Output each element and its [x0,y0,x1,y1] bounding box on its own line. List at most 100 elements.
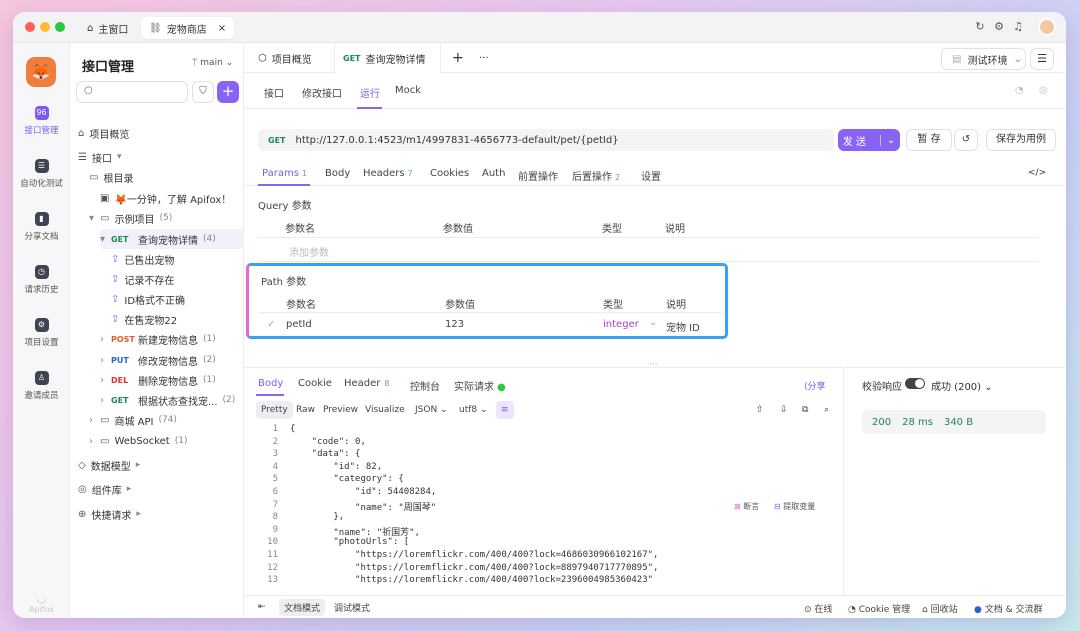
bell-icon[interactable]: ♫ [1011,20,1025,34]
tree-item[interactable]: › GET 根据状态查找宠... (2) [100,390,235,410]
ptab-headers[interactable]: Headers 7 [363,168,413,179]
gear-icon[interactable]: ⚙ [992,20,1006,34]
tree-item[interactable]: ▾ GET 查询宠物详情 (4) [100,229,244,249]
upload-icon[interactable]: ⇧ [751,401,769,419]
doc-mode-button[interactable]: 文档模式 [279,599,326,616]
rtab-cookie[interactable]: Cookie [298,378,332,389]
expand-icon[interactable]: ▸ [127,484,132,494]
collapse-icon[interactable]: ⇤ [258,602,266,612]
tree-item[interactable]: ⇪ 已售出宠物 [111,249,174,269]
save-case-button[interactable]: 保存为用例 [986,129,1056,151]
branch-selector[interactable]: ᛘ main ⌄ [192,58,233,68]
rail-item-5[interactable]: ⚙ 项目设置 [13,318,70,348]
tab-query-pet[interactable]: GET 查询宠物详情 [334,43,441,73]
ptab-params[interactable]: Params 1 [262,168,307,179]
ptab-pre[interactable]: 前置操作 [518,168,558,183]
expand-icon[interactable]: ▾ [117,152,122,162]
save-draft-button[interactable]: 暂 存 [906,129,952,151]
trash-button[interactable]: ⌂ 回收站 [922,602,958,615]
tree-item[interactable]: › POST 新建宠物信息 (1) [100,329,216,349]
rtab-body[interactable]: Body [258,378,283,389]
tree-item[interactable]: ⇪ ID格式不正确 [111,289,185,309]
tree-item[interactable]: ⊕ 快捷请求 ▸ [78,504,141,524]
tree-item[interactable]: ☰ 接口 ▾ [78,147,122,167]
tree-item[interactable]: › ▭ 商城 API (74) [89,410,177,430]
target-icon[interactable]: ◎ [1039,85,1048,96]
tree-item[interactable]: ◇ 数据模型 ▸ [78,455,140,475]
copy-icon[interactable]: ⧉ [797,401,813,419]
ptab-post[interactable]: 后置操作 2 [572,168,620,183]
subtab-api[interactable]: 接口 [264,85,284,100]
tree-item[interactable]: ▭ 根目录 [89,167,133,187]
ptab-auth[interactable]: Auth [482,168,505,179]
ptab-cookies[interactable]: Cookies [430,168,469,179]
env-select[interactable]: ▤ 测试环境 ⌄ [941,48,1026,70]
tree-item[interactable]: ▾ ▭ 示例项目 (5) [89,208,172,228]
path-param-type[interactable]: integer [603,319,639,330]
search-icon[interactable]: ⌕ [819,401,834,419]
debug-mode-button[interactable]: 调试模式 [329,599,375,616]
chevron-right-icon[interactable]: › [100,334,106,345]
tab-pet-store[interactable]: ⛓ 宠物商店 × [141,17,235,39]
palette-icon[interactable]: ◔ [1015,85,1024,96]
expand-icon[interactable]: ▸ [136,509,141,519]
tree-item[interactable]: › ▭ WebSocket (1) [89,431,187,451]
refresh-icon[interactable]: ↻ [973,20,987,34]
rail-item-1[interactable]: 96 接口管理 [13,106,70,136]
rtab-actual-request[interactable]: 实际请求 ● [454,378,506,393]
chevron-right-icon[interactable]: › [89,436,95,447]
encoding-select[interactable]: utf8 ⌄ [454,401,493,419]
format-visualize[interactable]: Visualize [360,401,410,419]
chevron-right-icon[interactable]: › [100,395,106,406]
subtab-edit[interactable]: 修改接口 [302,85,342,100]
expand-icon[interactable]: ▸ [136,460,141,470]
maximize-window-button[interactable] [55,22,65,32]
wrap-button[interactable]: ≡ [496,401,514,419]
extract-button[interactable]: ⊟ 提取变量 [774,501,815,512]
format-pretty[interactable]: Pretty [256,401,293,419]
chevron-down-icon[interactable]: ▾ [100,234,106,245]
json-select[interactable]: JSON ⌄ [410,401,453,419]
check-icon[interactable]: ✓ [267,319,275,330]
request-url[interactable]: http://127.0.0.1:4523/m1/4997831-4656773… [296,135,619,146]
chevron-right-icon[interactable]: › [100,375,106,386]
rtab-header[interactable]: Header 8 [344,378,390,389]
assert-button[interactable]: ⊠ 断言 [734,501,759,512]
code-icon[interactable]: </> [1028,168,1046,178]
search-input[interactable]: ○ [76,81,188,103]
path-param-desc[interactable]: 宠物 ID [666,319,700,334]
chevron-right-icon[interactable]: › [89,415,95,426]
rail-item-6[interactable]: ♙ 邀请成员 [13,371,70,401]
avatar[interactable] [1038,18,1056,36]
tab-project-overview[interactable]: ⬡ 项目概览 [258,43,312,73]
add-button[interactable]: + [217,81,239,103]
ptab-body[interactable]: Body [325,168,350,179]
online-status[interactable]: ⊙ 在线 [804,602,832,615]
close-tab-icon[interactable]: × [218,23,226,34]
reset-button[interactable]: ↺ [954,129,978,151]
format-raw[interactable]: Raw [291,401,320,419]
tree-item[interactable]: ◎ 组件库 ▸ [78,479,131,499]
url-bar[interactable]: GET http://127.0.0.1:4523/m1/4997831-465… [258,129,834,151]
chevron-down-icon[interactable]: ⌄ [879,134,895,146]
rail-item-2[interactable]: ☰ 自动化测试 [13,159,70,189]
tab-home[interactable]: ⌂ 主窗口 [79,17,136,39]
subtab-mock[interactable]: Mock [395,85,421,96]
menu-button[interactable]: ☰ [1030,48,1054,70]
download-icon[interactable]: ⇩ [775,401,793,419]
tree-item[interactable]: › DEL 删除宠物信息 (1) [100,370,216,390]
subtab-run[interactable]: 运行 [360,85,380,100]
share-button[interactable]: ⟨分享 [804,379,826,392]
rail-item-4[interactable]: ◷ 请求历史 [13,265,70,295]
minimize-window-button[interactable] [40,22,50,32]
tree-item[interactable]: ⇪ 记录不存在 [111,269,174,289]
chevron-down-icon[interactable]: ⌄ [649,317,657,328]
chevron-right-icon[interactable]: › [100,355,106,366]
ptab-settings[interactable]: 设置 [641,168,661,183]
filter-button[interactable]: ⛉ [192,81,214,103]
tree-item[interactable]: ⇪ 在售宠物22 [111,309,177,329]
add-tab-button[interactable]: + [452,43,464,73]
more-tabs-button[interactable]: ··· [479,43,489,73]
format-preview[interactable]: Preview [318,401,363,419]
rtab-console[interactable]: 控制台 [410,378,440,393]
